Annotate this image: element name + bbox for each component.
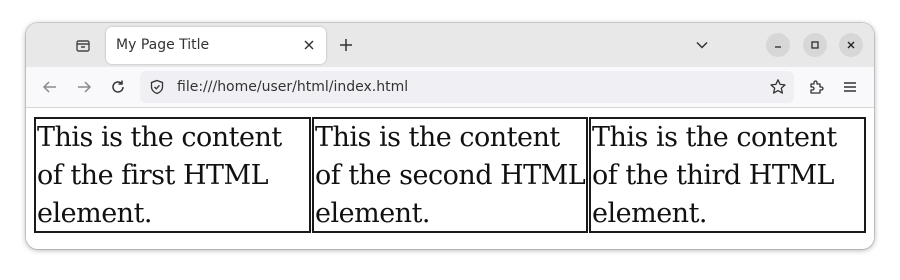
url-bar[interactable]: file:///home/user/html/index.html <box>140 71 794 103</box>
arrow-right-icon <box>76 79 92 95</box>
minimize-icon <box>773 40 783 50</box>
arrow-left-icon <box>42 79 58 95</box>
reload-button[interactable] <box>107 76 129 98</box>
hamburger-icon <box>842 79 858 95</box>
content-box-third: This is the content of the third HTML el… <box>589 117 866 233</box>
list-all-tabs-button[interactable] <box>692 35 712 55</box>
tab-title: My Page Title <box>116 37 210 53</box>
chevron-down-icon <box>695 38 709 52</box>
close-window-button[interactable] <box>839 33 863 57</box>
tab-list-button[interactable] <box>70 33 96 59</box>
reload-icon <box>110 79 126 95</box>
close-icon <box>304 40 314 50</box>
new-tab-button[interactable] <box>336 35 356 55</box>
maximize-icon <box>810 40 820 50</box>
maximize-button[interactable] <box>803 33 827 57</box>
url-text[interactable]: file:///home/user/html/index.html <box>177 79 408 95</box>
browser-window: My Page Title file:///home/user/html/ind… <box>26 23 874 249</box>
navigation-toolbar: file:///home/user/html/index.html <box>26 67 874 108</box>
app-menu-button[interactable] <box>839 76 861 98</box>
tab-active[interactable]: My Page Title <box>106 27 326 64</box>
extensions-button[interactable] <box>805 76 827 98</box>
star-icon[interactable] <box>769 78 787 96</box>
puzzle-icon <box>808 79 824 95</box>
tab-list-icon <box>75 38 91 54</box>
plus-icon <box>339 38 353 52</box>
close-tab-button[interactable] <box>300 36 318 54</box>
close-icon <box>846 40 856 50</box>
tab-bar: My Page Title <box>26 23 874 67</box>
content-box-second: This is the content of the second HTML e… <box>312 117 588 233</box>
minimize-button[interactable] <box>766 33 790 57</box>
page-content: This is the content of the first HTML el… <box>26 108 874 249</box>
back-button[interactable] <box>39 76 61 98</box>
shield-icon[interactable] <box>149 79 165 95</box>
content-box-first: This is the content of the first HTML el… <box>34 117 311 233</box>
desktop: My Page Title file:///home/user/html/ind… <box>0 0 900 280</box>
forward-button[interactable] <box>73 76 95 98</box>
